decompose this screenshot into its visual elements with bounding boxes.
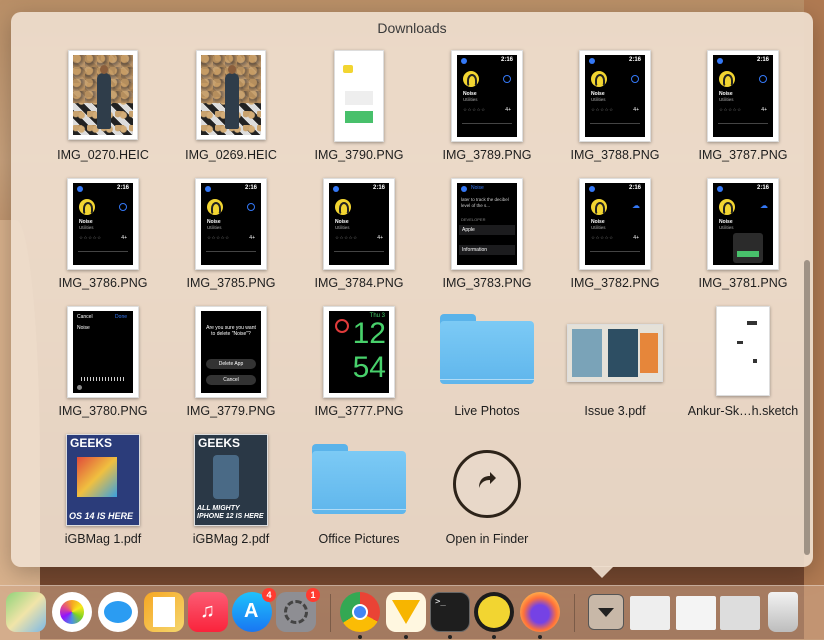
photos-icon[interactable]: [52, 592, 92, 632]
file-label: IMG_0270.HEIC: [57, 148, 149, 162]
minimized-window-thumbnail[interactable]: [720, 596, 760, 630]
sketch-icon[interactable]: [386, 592, 426, 632]
screenshot-thumbnail: [334, 50, 384, 142]
screenshot-thumbnail: Cancel Done Noise: [67, 306, 139, 398]
open-in-finder-button[interactable]: Open in Finder: [425, 434, 549, 558]
file-item[interactable]: 2:16 Noise Utilities ☆☆☆☆☆ 4+ IMG_3784.PNG: [297, 178, 421, 302]
terminal-icon[interactable]: >_: [430, 592, 470, 632]
file-label: IMG_3779.PNG: [186, 404, 276, 418]
screenshot-thumbnail: 2:16 Noise Utilities ☆☆☆☆☆ 4+: [195, 178, 267, 270]
file-item[interactable]: IMG_0269.HEIC: [169, 50, 293, 174]
file-item[interactable]: Are you sure you want to delete "Noise"?…: [169, 306, 293, 430]
running-indicator: [358, 635, 362, 639]
folder-item[interactable]: Office Pictures: [297, 434, 421, 558]
screenshot-thumbnail: Thu 3 12 54: [323, 306, 395, 398]
dock: ♫ A 4 1 >_: [0, 585, 824, 640]
file-label: Issue 3.pdf: [584, 404, 646, 418]
trash-icon[interactable]: [768, 592, 798, 632]
screenshot-thumbnail: 2:16 ☁ Noise Utilities ☆☆☆☆☆ 4+: [579, 178, 651, 270]
notification-badge: 4: [262, 588, 276, 602]
running-indicator: [538, 635, 542, 639]
screenshot-thumbnail: 2:16 ☁ Noise Utilities: [707, 178, 779, 270]
file-item[interactable]: Cancel Done Noise IMG_3780.PNG: [41, 306, 165, 430]
running-indicator: [492, 635, 496, 639]
folder-icon: [440, 314, 534, 384]
stack-title: Downloads: [377, 20, 447, 36]
file-item[interactable]: Issue 3.pdf: [553, 306, 677, 430]
file-item[interactable]: Noise later to track the decibel level o…: [425, 178, 549, 302]
dock-separator: [330, 594, 331, 632]
monitor-app-icon[interactable]: [474, 592, 514, 632]
firefox-icon[interactable]: [520, 592, 560, 632]
file-item[interactable]: 2:16 ☁ Noise Utilities IMG_3781.PNG: [681, 178, 805, 302]
pdf-thumbnail: [567, 324, 663, 382]
file-item[interactable]: IMG_3790.PNG: [297, 50, 421, 174]
file-item[interactable]: 2:16 Noise Utilities ☆☆☆☆☆ 4+ IMG_3789.PNG: [425, 50, 549, 174]
file-item[interactable]: IMG_0270.HEIC: [41, 50, 165, 174]
screenshot-thumbnail: Noise later to track the decibel level o…: [451, 178, 523, 270]
file-item[interactable]: GEEKS ALL MIGHTY IPHONE 12 IS HERE iGBMa…: [169, 434, 293, 558]
open-in-finder-label: Open in Finder: [445, 532, 529, 546]
screenshot-thumbnail: 2:16 Noise Utilities ☆☆☆☆☆ 4+: [451, 50, 523, 142]
file-item[interactable]: GEEKS OS 14 IS HERE iGBMag 1.pdf: [41, 434, 165, 558]
open-in-finder-icon: [453, 450, 521, 518]
running-indicator: [404, 635, 408, 639]
file-label: IMG_3787.PNG: [698, 148, 788, 162]
downloads-stack-icon[interactable]: [588, 594, 624, 630]
screenshot-thumbnail: 2:16 Noise Utilities ☆☆☆☆☆ 4+: [707, 50, 779, 142]
file-item[interactable]: 2:16 Noise Utilities ☆☆☆☆☆ 4+ IMG_3787.PNG: [681, 50, 805, 174]
folder-icon: [312, 444, 406, 514]
file-item[interactable]: Thu 3 12 54 IMG_3777.PNG: [297, 306, 421, 430]
file-item[interactable]: 2:16 Noise Utilities ☆☆☆☆☆ 4+ IMG_3788.PNG: [553, 50, 677, 174]
running-indicator: [448, 635, 452, 639]
messages-icon[interactable]: [98, 592, 138, 632]
pages-icon[interactable]: [144, 592, 184, 632]
maps-icon[interactable]: [6, 592, 46, 632]
file-label: IMG_0269.HEIC: [185, 148, 277, 162]
notification-badge: 1: [306, 588, 320, 602]
file-label: IMG_3780.PNG: [58, 404, 148, 418]
chrome-icon[interactable]: [340, 592, 380, 632]
file-label: IMG_3781.PNG: [698, 276, 788, 290]
photo-thumbnail: [196, 50, 266, 140]
downloads-stack-popover: Downloads IMG_0270.HEIC IMG_0269.HEIC IM…: [11, 12, 813, 567]
system-preferences-icon[interactable]: 1: [276, 588, 320, 632]
screenshot-thumbnail: Are you sure you want to delete "Noise"?…: [195, 306, 267, 398]
file-label: IMG_3783.PNG: [442, 276, 532, 290]
file-label: IMG_3785.PNG: [186, 276, 276, 290]
file-item[interactable]: Ankur-Sk…h.sketch: [681, 306, 805, 430]
file-label: Ankur-Sk…h.sketch: [687, 404, 799, 418]
photo-thumbnail: [68, 50, 138, 140]
dock-separator: [574, 594, 575, 632]
file-label: IMG_3786.PNG: [58, 276, 148, 290]
minimized-window-thumbnail[interactable]: [676, 596, 716, 630]
screenshot-thumbnail: 2:16 Noise Utilities ☆☆☆☆☆ 4+: [579, 50, 651, 142]
file-item[interactable]: 2:16 Noise Utilities ☆☆☆☆☆ 4+ IMG_3785.PNG: [169, 178, 293, 302]
screenshot-thumbnail: 2:16 Noise Utilities ☆☆☆☆☆ 4+: [323, 178, 395, 270]
pdf-thumbnail: GEEKS OS 14 IS HERE: [66, 434, 140, 526]
file-label: IMG_3788.PNG: [570, 148, 660, 162]
app-store-icon[interactable]: A 4: [232, 588, 276, 632]
file-label: iGBMag 2.pdf: [192, 532, 270, 546]
stack-pointer: [590, 566, 614, 578]
file-label: IMG_3782.PNG: [570, 276, 660, 290]
file-label: iGBMag 1.pdf: [64, 532, 142, 546]
file-label: IMG_3784.PNG: [314, 276, 404, 290]
file-item[interactable]: 2:16 Noise Utilities ☆☆☆☆☆ 4+ IMG_3786.PNG: [41, 178, 165, 302]
file-label: IMG_3777.PNG: [314, 404, 404, 418]
pdf-thumbnail: GEEKS ALL MIGHTY IPHONE 12 IS HERE: [194, 434, 268, 526]
screenshot-thumbnail: 2:16 Noise Utilities ☆☆☆☆☆ 4+: [67, 178, 139, 270]
file-item[interactable]: 2:16 ☁ Noise Utilities ☆☆☆☆☆ 4+ IMG_3782.P…: [553, 178, 677, 302]
folder-label: Live Photos: [454, 404, 520, 418]
folder-label: Office Pictures: [318, 532, 400, 546]
file-label: IMG_3789.PNG: [442, 148, 532, 162]
music-icon[interactable]: ♫: [188, 592, 228, 632]
minimized-window-thumbnail[interactable]: [630, 596, 670, 630]
folder-item[interactable]: Live Photos: [425, 306, 549, 430]
sketch-thumbnail: [716, 306, 770, 396]
file-label: IMG_3790.PNG: [314, 148, 404, 162]
